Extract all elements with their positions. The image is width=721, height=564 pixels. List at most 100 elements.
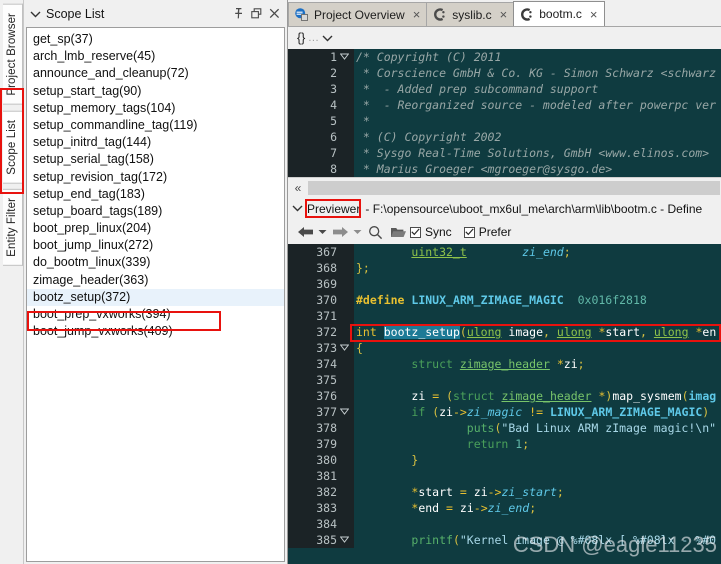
back-arrow-icon[interactable] [294, 225, 316, 239]
forward-arrow-icon[interactable] [329, 225, 351, 239]
code-line[interactable]: 369 [288, 276, 721, 292]
line-number-gutter: 367 [288, 244, 354, 260]
code-text: puts("Bad Linux ARM zImage magic!\n" [466, 421, 717, 435]
code-line[interactable]: 368}; [288, 260, 721, 276]
chevron-down-icon[interactable] [28, 7, 42, 21]
line-number-gutter: 6 [288, 129, 354, 145]
list-item[interactable]: setup_memory_tags(104) [27, 100, 284, 117]
collapse-left-icon[interactable]: « [288, 181, 308, 195]
fold-arrow-icon[interactable] [340, 344, 349, 351]
code-line[interactable]: 2 * Corscience GmbH & Co. KG - Simon Sch… [288, 65, 721, 81]
line-number-gutter: 2 [288, 65, 354, 81]
chevron-down-icon[interactable] [292, 203, 305, 215]
chevron-down-icon[interactable] [322, 31, 333, 45]
code-text: *end = zi->zi_end; [411, 501, 537, 515]
line-number-gutter: 377 [288, 404, 354, 420]
code-text: } [411, 453, 419, 467]
vtab-entity-filter[interactable]: Entity Filter [3, 189, 23, 267]
fold-arrow-icon[interactable] [340, 536, 349, 543]
list-item[interactable]: announce_and_cleanup(72) [27, 65, 284, 82]
code-text: * Marius Groeger <mgroeger@sysgo.de> [356, 162, 613, 176]
code-line[interactable]: 3 * - Added prep subcommand support [288, 81, 721, 97]
vtab-scope-list[interactable]: Scope List [3, 110, 23, 184]
code-line[interactable]: 382 *start = zi->zi_start; [288, 484, 721, 500]
code-line[interactable]: 377 if (zi->zi_magic != LINUX_ARM_ZIMAGE… [288, 404, 721, 420]
code-line[interactable]: 7 * Sysgo Real-Time Solutions, GmbH <www… [288, 145, 721, 161]
tab-close-icon[interactable]: × [500, 8, 508, 21]
code-line[interactable]: 1/* Copyright (C) 2011 [288, 49, 721, 65]
prefer-checkbox[interactable]: Prefer [463, 225, 511, 239]
code-line[interactable]: 384 [288, 516, 721, 532]
line-number-gutter: 372 [288, 324, 354, 340]
tab-project-overview[interactable]: Project Overview × [288, 2, 428, 26]
splitter-track[interactable] [308, 181, 720, 195]
code-line[interactable]: 367 uint32_t zi_end; [288, 244, 721, 260]
pin-icon[interactable] [232, 7, 245, 20]
list-item[interactable]: do_bootm_linux(339) [27, 254, 284, 271]
line-number-gutter: 382 [288, 484, 354, 500]
list-item[interactable]: zimage_header(363) [27, 272, 284, 289]
search-icon[interactable] [364, 225, 386, 240]
code-line[interactable]: 8 * Marius Groeger <mgroeger@sysgo.de> [288, 161, 721, 177]
outline-breadcrumb-bar[interactable]: {} ... [288, 27, 721, 49]
code-line[interactable]: 379 return 1; [288, 436, 721, 452]
tab-close-icon[interactable]: × [413, 8, 421, 21]
list-item[interactable]: setup_end_tag(183) [27, 186, 284, 203]
list-item[interactable]: setup_serial_tag(158) [27, 151, 284, 168]
scope-list-header: Scope List [24, 0, 287, 27]
code-line[interactable]: 378 puts("Bad Linux ARM zImage magic!\n" [288, 420, 721, 436]
sync-checkbox[interactable]: Sync [410, 225, 452, 239]
code-text: return 1; [466, 437, 530, 451]
close-icon[interactable] [268, 7, 281, 20]
line-number-gutter: 374 [288, 356, 354, 372]
code-line[interactable]: 381 [288, 468, 721, 484]
forward-dropdown-arrow-icon[interactable] [351, 229, 364, 235]
code-line[interactable]: 380 } [288, 452, 721, 468]
code-line[interactable]: 373{ [288, 340, 721, 356]
code-line[interactable]: 370 #define LINUX_ARM_ZIMAGE_MAGIC 0x016f… [288, 292, 721, 308]
code-text: *start = zi->zi_start; [411, 485, 564, 499]
breadcrumb-ellipsis: ... [308, 32, 320, 44]
source-editor-pane[interactable]: 1/* Copyright (C) 2011 2 * Corscience Gmb… [288, 49, 721, 177]
code-line[interactable]: 383 *end = zi->zi_end; [288, 500, 721, 516]
tab-syslib-c[interactable]: syslib.c × [426, 2, 515, 26]
fold-arrow-icon[interactable] [340, 53, 349, 60]
list-item[interactable]: boot_prep_linux(204) [27, 220, 284, 237]
back-dropdown-arrow-icon[interactable] [316, 229, 329, 235]
list-item[interactable]: arch_lmb_reserve(45) [27, 48, 284, 65]
code-line[interactable]: 371 [288, 308, 721, 324]
code-line[interactable]: 4 * - Reorganized source - modeled after… [288, 97, 721, 113]
list-item[interactable]: setup_start_tag(90) [27, 83, 284, 100]
list-item[interactable]: get_sp(37) [27, 31, 284, 48]
vtab-project-browser[interactable]: Project Browser [3, 4, 23, 105]
code-line[interactable]: 376 zi = (struct zimage_header *)map_sys… [288, 388, 721, 404]
tab-close-icon[interactable]: × [590, 8, 598, 21]
list-item[interactable]: setup_commandline_tag(119) [27, 117, 284, 134]
scope-list-body[interactable]: get_sp(37) arch_lmb_reserve(45) announce_a… [26, 27, 285, 562]
vtab-label: Entity Filter [6, 198, 18, 258]
previewer-code-pane[interactable]: CSDN @eagle11235 367 uint32_t zi_end; 368… [288, 244, 721, 564]
checkbox-box [410, 226, 421, 238]
code-line[interactable]: 5 * [288, 113, 721, 129]
code-line[interactable]: 385 printf("Kernel image @ %#08lx [ %#08… [288, 532, 721, 548]
code-line[interactable]: 374 struct zimage_header *zi; [288, 356, 721, 372]
list-item[interactable]: boot_jump_linux(272) [27, 237, 284, 254]
list-item[interactable]: boot_prep_vxworks(394) [27, 306, 284, 323]
list-item[interactable]: boot_jump_vxworks(409) [27, 323, 284, 340]
restore-icon[interactable] [250, 7, 263, 20]
list-item[interactable]: setup_initrd_tag(144) [27, 134, 284, 151]
horizontal-splitter[interactable]: « [288, 177, 721, 198]
list-item[interactable]: setup_board_tags(189) [27, 203, 284, 220]
code-line[interactable]: 6 * (C) Copyright 2002 [288, 129, 721, 145]
line-number-gutter: 375 [288, 372, 354, 388]
tab-bootm-c[interactable]: bootm.c × [513, 1, 605, 26]
c-file-icon [432, 7, 447, 22]
code-line[interactable]: 372 int bootz_setup(ulong image, ulong *s… [288, 324, 721, 342]
open-folder-icon[interactable] [386, 225, 410, 239]
code-line[interactable]: 375 [288, 372, 721, 388]
fold-arrow-icon[interactable] [340, 408, 349, 415]
list-item[interactable]: setup_revision_tag(172) [27, 169, 284, 186]
list-item[interactable]: bootz_setup(372) [27, 288, 284, 306]
line-number-gutter: 3 [288, 81, 354, 97]
